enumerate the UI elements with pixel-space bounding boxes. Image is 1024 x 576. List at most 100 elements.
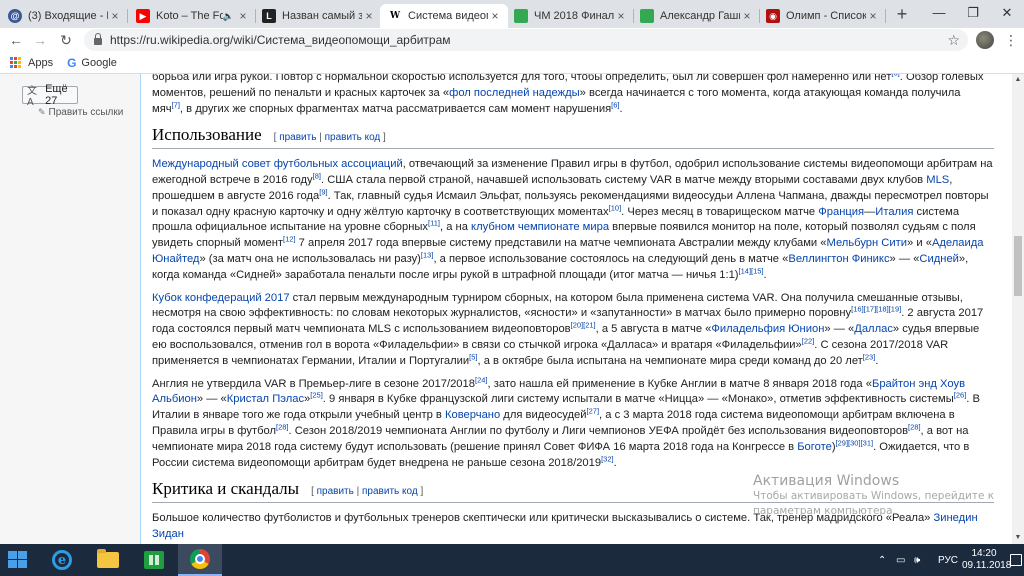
close-tab-icon[interactable]: × (740, 9, 754, 23)
scroll-up-icon[interactable]: ▲ (1012, 74, 1024, 86)
reference-link[interactable]: [5] (469, 352, 477, 361)
taskbar-file-explorer[interactable] (86, 544, 130, 576)
article-link[interactable]: фол последней надежды (449, 87, 580, 99)
reference-link[interactable]: [11] (428, 219, 440, 228)
article-link[interactable]: Коверчано (445, 409, 500, 421)
minimize-button[interactable]: — (922, 0, 956, 28)
edit-section-link[interactable]: править (317, 486, 354, 497)
reference-link[interactable]: [24] (475, 375, 488, 384)
address-bar[interactable]: https://ru.wikipedia.org/wiki/Система_ви… (84, 29, 968, 51)
store-icon (144, 551, 164, 569)
input-language[interactable]: РУС (938, 544, 958, 576)
close-tab-icon[interactable]: × (866, 9, 880, 23)
page-scrollbar[interactable]: ▲ ▼ (1012, 74, 1024, 544)
close-tab-icon[interactable]: × (236, 9, 250, 23)
edit-source-link[interactable]: править код (362, 486, 418, 497)
reference-link[interactable]: [6] (891, 74, 899, 77)
tab-1[interactable]: ▶ Koto – The For 🔈 × (128, 4, 256, 28)
languages-button[interactable]: 文A Ещё 27 (22, 83, 78, 108)
reference-link[interactable]: [12] (283, 234, 296, 243)
text-run: , в других же спорных фрагментах матча р… (179, 102, 612, 115)
reference-link[interactable]: [7] (172, 100, 180, 109)
reference-link[interactable]: [14][15] (739, 266, 764, 275)
close-tab-icon[interactable]: × (488, 9, 502, 23)
tab-5[interactable]: Александр Гашин× (632, 4, 760, 28)
bookmark-google[interactable]: G Google (67, 56, 117, 70)
tab-2[interactable]: LНазван самый зап× (254, 4, 382, 28)
translate-icon: 文A (27, 86, 37, 108)
scroll-down-icon[interactable]: ▼ (1012, 532, 1024, 544)
reference-link[interactable]: [20][21] (571, 320, 596, 329)
tab-3[interactable]: WСистема видеопом× (380, 4, 508, 28)
new-tab-button[interactable]: + (892, 4, 912, 24)
taskbar-clock[interactable]: 14:20 09.11.2018 (962, 548, 1011, 572)
profile-avatar[interactable] (976, 31, 994, 49)
article-link[interactable]: Даллас (854, 323, 893, 335)
edit-source-link[interactable]: править код (325, 132, 381, 143)
usage-paragraph-1: Международный совет футбольных ассоциаци… (152, 157, 994, 283)
reference-link[interactable]: [22] (802, 336, 815, 345)
left-sidebar: 文A Ещё 27 ✎ Править ссылки (0, 74, 140, 544)
reload-icon[interactable]: ↻ (56, 30, 76, 50)
taskbar-store[interactable] (132, 544, 176, 576)
reference-link[interactable]: [27] (587, 406, 600, 415)
back-icon[interactable]: ← (6, 30, 26, 50)
article-link[interactable]: Мельбурн Сити (827, 237, 908, 249)
reference-link[interactable]: [13] (421, 250, 434, 259)
apps-grid-icon (10, 56, 22, 69)
article-link[interactable]: Филадельфия Юнион (711, 323, 824, 335)
volume-icon[interactable]: 🕪 (914, 544, 920, 576)
close-tab-icon[interactable]: × (108, 9, 122, 23)
article-link[interactable]: Сидней (919, 253, 959, 265)
reference-link[interactable]: [28] (276, 422, 289, 431)
forward-icon[interactable]: → (30, 30, 50, 50)
reference-link[interactable]: [29][30][31] (836, 438, 874, 447)
tab-6[interactable]: ◉Олимп - Список с× (758, 4, 886, 28)
tray-up-arrow-icon[interactable]: ⌃ (878, 544, 886, 576)
close-window-button[interactable]: ✕ (990, 0, 1024, 28)
speaker-icon[interactable]: 🔈 (223, 11, 234, 22)
text-run: , а на (439, 221, 472, 234)
network-icon[interactable]: ▭ (896, 544, 905, 576)
menu-dots-icon[interactable]: ⋮ (1004, 30, 1018, 50)
taskbar-internet-explorer[interactable]: e (40, 544, 84, 576)
reference-link[interactable]: [8] (313, 171, 321, 180)
text-run: для видеосудей (500, 409, 587, 422)
intro-paragraph: борьба или игра рукой. Повтор с нормальн… (152, 74, 994, 117)
browser-toolbar: ← → ↻ https://ru.wikipedia.org/wiki/Сист… (0, 28, 1024, 52)
close-tab-icon[interactable]: × (362, 9, 376, 23)
reference-link[interactable]: [26] (954, 391, 967, 400)
maximize-button[interactable]: ❐ (956, 0, 990, 28)
windows-start-icon[interactable] (8, 551, 28, 569)
tab-0[interactable]: @(3) Входящие - По× (0, 4, 128, 28)
notifications-icon[interactable] (1006, 544, 1024, 576)
tab-4[interactable]: ЧМ 2018 Финал - × (506, 4, 634, 28)
close-tab-icon[interactable]: × (614, 9, 628, 23)
reference-link[interactable]: [28] (908, 422, 921, 431)
scrollbar-thumb[interactable] (1014, 236, 1022, 296)
reference-link[interactable]: [9] (319, 187, 327, 196)
article-link[interactable]: Боготе (797, 441, 832, 453)
edit-section-link[interactable]: править (279, 132, 316, 143)
reference-link[interactable]: [23] (863, 352, 876, 361)
edit-interlanguage-links[interactable]: ✎ Править ссылки (38, 107, 123, 118)
section-edit-links: [ править | править код ] (311, 486, 424, 498)
reference-link[interactable]: [10] (609, 203, 622, 212)
text-run: . (875, 354, 879, 367)
article-link[interactable]: клубном чемпионате мира (471, 221, 609, 233)
reference-link[interactable]: [25] (310, 391, 323, 400)
sheets-icon (514, 9, 528, 23)
reference-link[interactable]: [32] (601, 454, 614, 463)
article-link[interactable]: Кристал Пэлас (227, 393, 304, 405)
article-link[interactable]: Веллингтон Финикс (788, 253, 889, 265)
article-link[interactable]: Кубок конфедераций 2017 (152, 292, 290, 304)
article-link[interactable]: Международный совет футбольных ассоциаци… (152, 158, 403, 170)
criticism-paragraph: Большое количество футболистов и футболь… (152, 511, 994, 543)
reference-link[interactable]: [16][17][18][19] (851, 305, 901, 314)
article-link[interactable]: MLS (926, 174, 949, 186)
bookmark-star-icon[interactable]: ☆ (947, 29, 960, 51)
article-link[interactable]: Италия (875, 206, 913, 218)
bookmark-apps[interactable]: Apps (10, 56, 53, 69)
article-link[interactable]: Франция (818, 206, 864, 218)
taskbar-chrome[interactable] (178, 544, 222, 576)
